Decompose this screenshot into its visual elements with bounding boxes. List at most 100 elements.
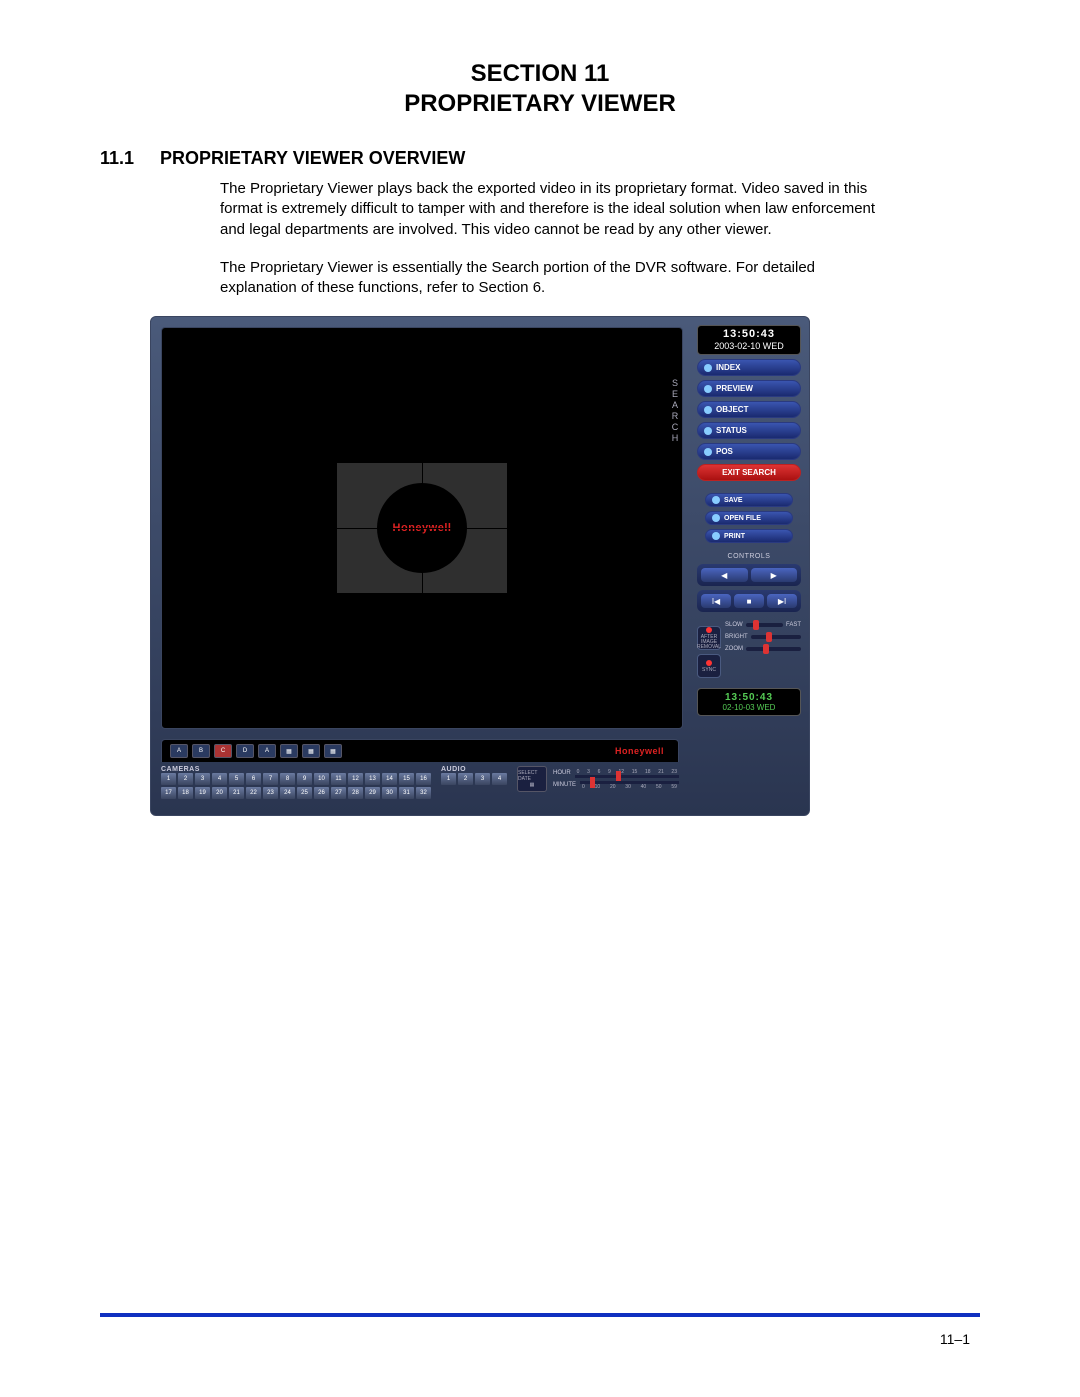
camera-button-8[interactable]: 8 xyxy=(280,773,295,785)
status-label: STATUS xyxy=(716,426,747,435)
search-vertical-label: SEARCH xyxy=(670,378,680,444)
play-reverse-button[interactable]: ◀ xyxy=(701,568,748,582)
record-icon xyxy=(706,660,712,666)
camera-button-29[interactable]: 29 xyxy=(365,787,380,799)
layout-grid-button-3[interactable]: ▦ xyxy=(324,744,342,758)
camera-button-23[interactable]: 23 xyxy=(263,787,278,799)
camera-button-27[interactable]: 27 xyxy=(331,787,346,799)
audio-buttons: 1234 xyxy=(441,773,507,785)
open-file-button[interactable]: OPEN FILE xyxy=(705,511,793,525)
camera-button-31[interactable]: 31 xyxy=(399,787,414,799)
stop-button[interactable]: ■ xyxy=(734,594,764,608)
camera-button-19[interactable]: 19 xyxy=(195,787,210,799)
clock-time: 13:50:43 xyxy=(698,328,800,341)
camera-button-25[interactable]: 25 xyxy=(297,787,312,799)
print-button[interactable]: PRINT xyxy=(705,529,793,543)
after-image-removal-button[interactable]: AFTER IMAGE REMOVAL xyxy=(697,626,721,650)
audio-button-4[interactable]: 4 xyxy=(492,773,507,785)
camera-button-30[interactable]: 30 xyxy=(382,787,397,799)
index-button[interactable]: INDEX xyxy=(697,359,801,376)
after-image-label: AFTER IMAGE REMOVAL xyxy=(697,635,721,650)
camera-button-28[interactable]: 28 xyxy=(348,787,363,799)
status-button[interactable]: STATUS xyxy=(697,422,801,439)
camera-button-21[interactable]: 21 xyxy=(229,787,244,799)
camera-button-6[interactable]: 6 xyxy=(246,773,261,785)
camera-button-11[interactable]: 11 xyxy=(331,773,346,785)
minute-slider[interactable] xyxy=(580,781,679,784)
index-label: INDEX xyxy=(716,363,740,372)
camera-button-12[interactable]: 12 xyxy=(348,773,363,785)
preview-button[interactable]: PREVIEW xyxy=(697,380,801,397)
zoom-slider[interactable]: ZOOM xyxy=(725,646,801,652)
camera-button-5[interactable]: 5 xyxy=(229,773,244,785)
object-button[interactable]: OBJECT xyxy=(697,401,801,418)
camera-button-3[interactable]: 3 xyxy=(195,773,210,785)
layout-button-a[interactable]: A xyxy=(170,744,188,758)
camera-button-20[interactable]: 20 xyxy=(212,787,227,799)
bright-label: BRIGHT xyxy=(725,634,748,640)
tick-label: 20 xyxy=(610,784,616,790)
pos-button[interactable]: POS xyxy=(697,443,801,460)
indicator-icon xyxy=(704,448,712,456)
open-label: OPEN FILE xyxy=(724,515,761,522)
clock-display: 13:50:43 2003-02-10 WED xyxy=(697,325,801,355)
audio-button-3[interactable]: 3 xyxy=(475,773,490,785)
save-button[interactable]: SAVE xyxy=(705,493,793,507)
exit-search-button[interactable]: EXIT SEARCH xyxy=(697,464,801,481)
camera-button-16[interactable]: 16 xyxy=(416,773,431,785)
camera-button-22[interactable]: 22 xyxy=(246,787,261,799)
camera-button-1[interactable]: 1 xyxy=(161,773,176,785)
calendar-icon: ▦ xyxy=(530,782,535,788)
audio-button-1[interactable]: 1 xyxy=(441,773,456,785)
playback-date: 02-10-03 WED xyxy=(698,703,800,712)
tick-label: 0 xyxy=(582,784,585,790)
camera-button-2[interactable]: 2 xyxy=(178,773,193,785)
camera-button-13[interactable]: 13 xyxy=(365,773,380,785)
fast-label: FAST xyxy=(786,622,801,628)
camera-button-14[interactable]: 14 xyxy=(382,773,397,785)
clock-date: 2003-02-10 WED xyxy=(698,341,800,352)
audio-button-2[interactable]: 2 xyxy=(458,773,473,785)
camera-button-26[interactable]: 26 xyxy=(314,787,329,799)
layout-button-a2[interactable]: A xyxy=(258,744,276,758)
section-line: SECTION 11 xyxy=(100,60,980,88)
sync-button[interactable]: SYNC xyxy=(697,654,721,678)
tick-label: 50 xyxy=(656,784,662,790)
layout-button-c[interactable]: C xyxy=(214,744,232,758)
zoom-label: ZOOM xyxy=(725,646,743,652)
camera-button-24[interactable]: 24 xyxy=(280,787,295,799)
tick-label: 30 xyxy=(625,784,631,790)
subsection-number: 11.1 xyxy=(100,148,160,169)
layout-button-d[interactable]: D xyxy=(236,744,254,758)
camera-button-9[interactable]: 9 xyxy=(297,773,312,785)
camera-button-15[interactable]: 15 xyxy=(399,773,414,785)
video-placeholder: Honeywell xyxy=(337,463,507,593)
speed-slider[interactable]: SLOWFAST xyxy=(725,622,801,628)
step-back-button[interactable]: I◀ xyxy=(701,594,731,608)
play-forward-button[interactable]: ▶ xyxy=(751,568,798,582)
camera-button-4[interactable]: 4 xyxy=(212,773,227,785)
indicator-icon xyxy=(712,532,720,540)
print-label: PRINT xyxy=(724,533,745,540)
paragraph-2: The Proprietary Viewer is essentially th… xyxy=(220,258,890,299)
step-forward-button[interactable]: ▶I xyxy=(767,594,797,608)
camera-button-10[interactable]: 10 xyxy=(314,773,329,785)
bright-slider[interactable]: BRIGHT xyxy=(725,634,801,640)
object-label: OBJECT xyxy=(716,405,748,414)
minute-label: MINUTE xyxy=(553,782,576,788)
camera-button-18[interactable]: 18 xyxy=(178,787,193,799)
camera-button-7[interactable]: 7 xyxy=(263,773,278,785)
footer-rule xyxy=(100,1313,980,1317)
layout-button-b[interactable]: B xyxy=(192,744,210,758)
bottom-bar: A B C D A ▦ ▦ ▦ Honeywell CAMERAS 123456… xyxy=(151,735,689,815)
select-date-button[interactable]: SELECT DATE▦ xyxy=(517,766,547,792)
layout-grid-button-2[interactable]: ▦ xyxy=(302,744,320,758)
indicator-icon xyxy=(704,427,712,435)
video-area: SEARCH Honeywell xyxy=(161,327,683,729)
tick-label: 10 xyxy=(595,784,601,790)
layout-grid-button-1[interactable]: ▦ xyxy=(280,744,298,758)
pos-label: POS xyxy=(716,447,733,456)
camera-button-32[interactable]: 32 xyxy=(416,787,431,799)
playback-controls: ◀ ▶ xyxy=(697,564,801,586)
camera-button-17[interactable]: 17 xyxy=(161,787,176,799)
